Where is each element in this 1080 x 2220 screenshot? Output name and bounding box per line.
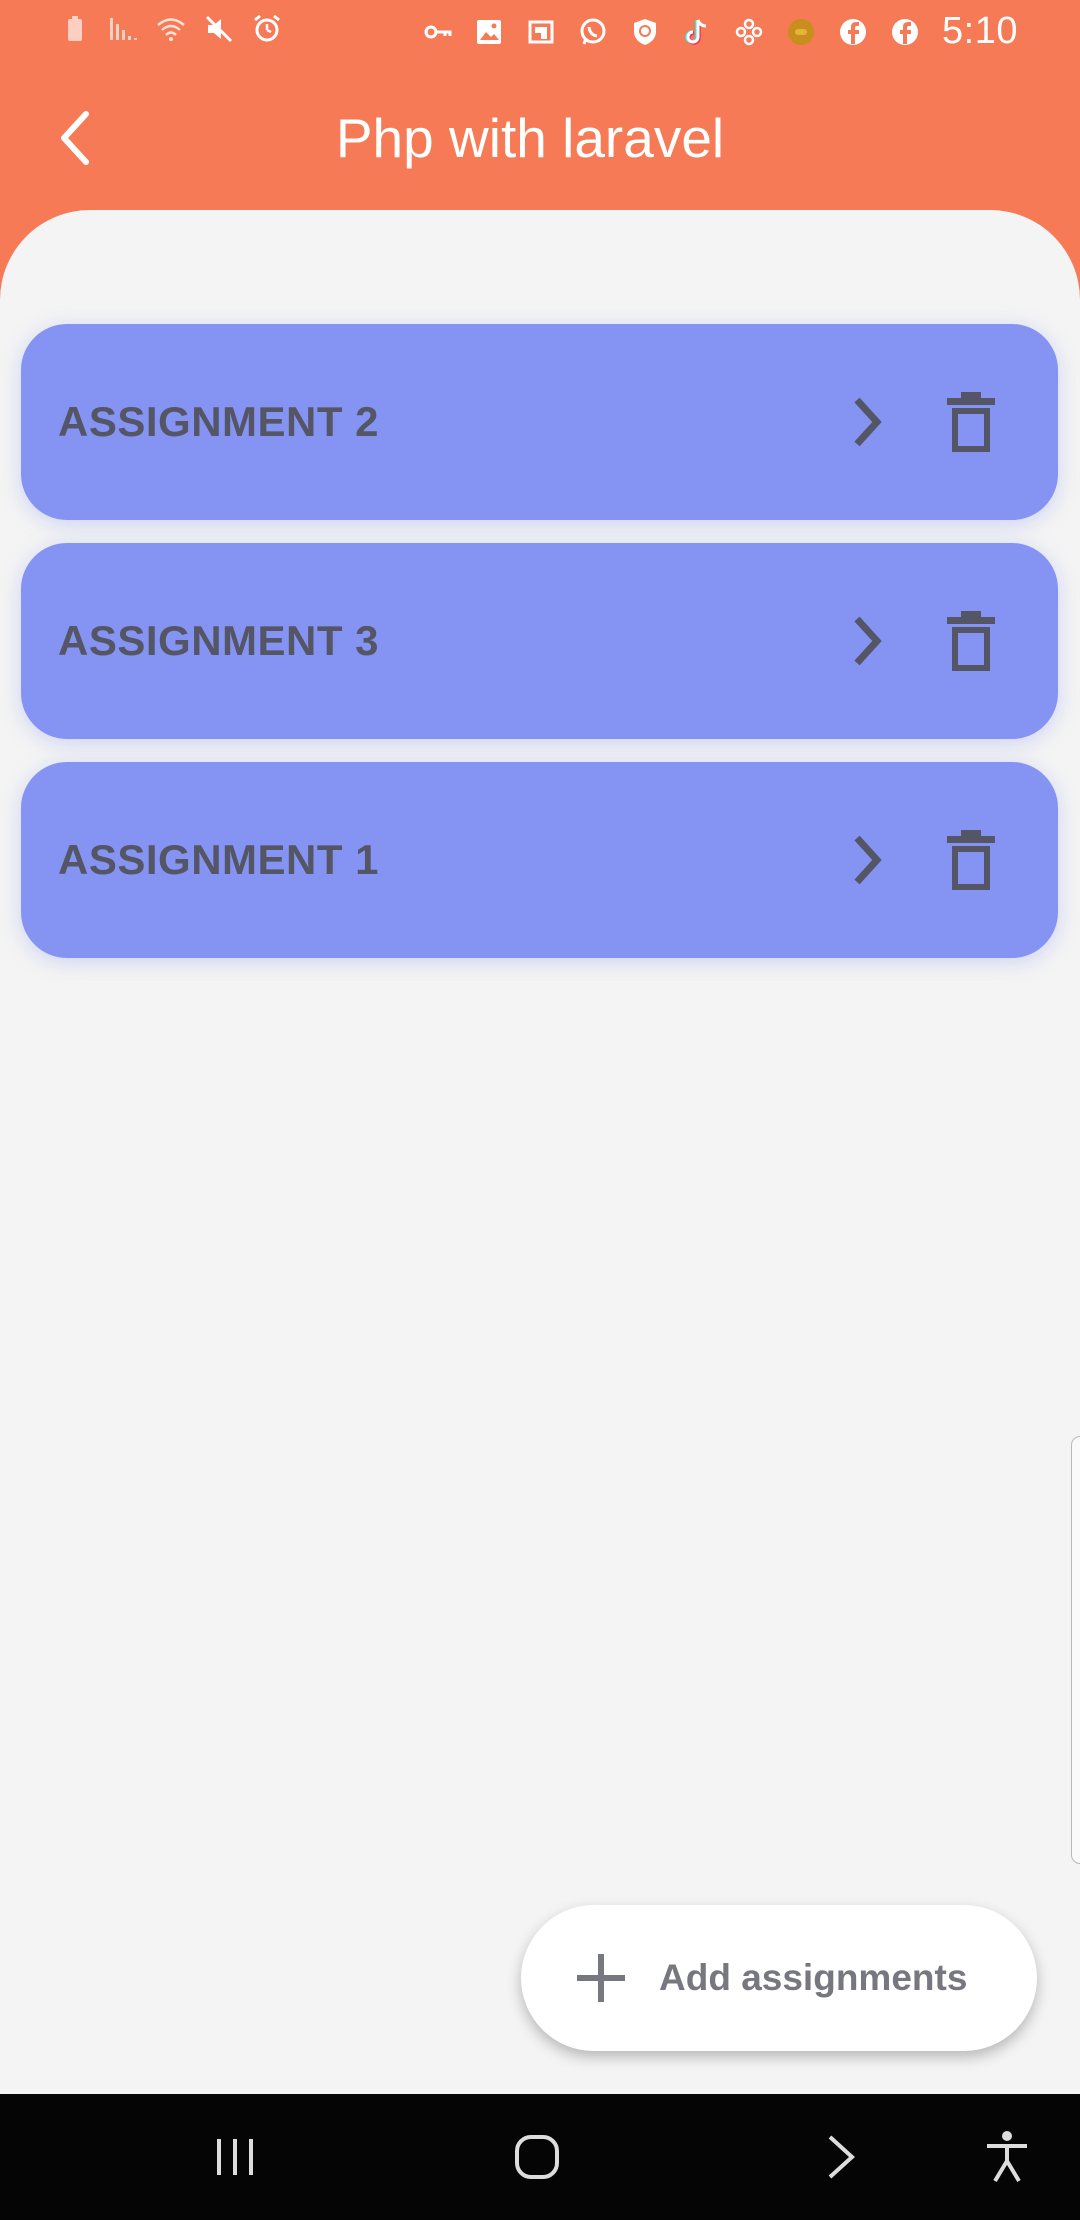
delete-assignment-button[interactable]: [931, 820, 1011, 900]
status-time: 5:10: [942, 10, 1018, 52]
plus-icon: [577, 1954, 625, 2002]
recent-apps-icon: [217, 2139, 253, 2175]
trash-icon: [947, 392, 995, 452]
status-right-icons: 5:10: [422, 10, 1018, 53]
edge-panel-handle[interactable]: [1071, 1436, 1080, 1864]
status-bar: 5:10: [0, 0, 1080, 62]
open-assignment-button[interactable]: [827, 601, 907, 681]
home-button[interactable]: [502, 2122, 572, 2192]
accessibility-icon: [987, 2131, 1027, 2183]
delete-assignment-button[interactable]: [931, 382, 1011, 462]
open-assignment-button[interactable]: [827, 820, 907, 900]
facebook-icon: [890, 17, 920, 47]
flipboard-icon: [526, 17, 556, 47]
accessibility-button[interactable]: [972, 2122, 1042, 2192]
chevron-right-icon: [854, 616, 882, 666]
back-icon: [828, 2135, 855, 2179]
alarm-icon: [252, 14, 282, 44]
assignment-title: ASSIGNMENT 1: [58, 836, 380, 883]
trash-icon: [947, 830, 995, 890]
system-nav-bar: [0, 2094, 1080, 2220]
mute-icon: [204, 14, 234, 44]
home-icon: [515, 2135, 559, 2179]
gallery-icon: [474, 17, 504, 47]
whatsapp-icon: [578, 17, 608, 47]
chevron-right-icon: [854, 835, 882, 885]
assignment-card[interactable]: ASSIGNMENT 1: [21, 762, 1058, 958]
add-assignments-label: Add assignments: [659, 1957, 968, 1998]
page-title: Php with laravel: [335, 107, 725, 169]
delete-assignment-button[interactable]: [931, 601, 1011, 681]
vpn-key-icon: [422, 17, 452, 47]
facebook-icon: [838, 17, 868, 47]
chevron-right-icon: [854, 397, 882, 447]
assignment-card[interactable]: ASSIGNMENT 2: [21, 324, 1058, 520]
back-nav-button[interactable]: [806, 2122, 876, 2192]
assignment-title: ASSIGNMENT 3: [58, 617, 380, 664]
coin-icon: [786, 17, 816, 47]
tiktok-icon: [682, 17, 712, 47]
app-icon: [734, 17, 764, 47]
assignment-list-panel: ASSIGNMENT 2 ASSIGNMENT 3 ASSIGNMENT 1: [0, 210, 1080, 2094]
recent-apps-button[interactable]: [200, 2122, 270, 2192]
open-assignment-button[interactable]: [827, 382, 907, 462]
status-left-icons: [60, 14, 282, 44]
trash-icon: [947, 611, 995, 671]
wifi-icon: [156, 14, 186, 44]
shield-icon: [630, 17, 660, 47]
add-assignments-button[interactable]: Add assignments: [521, 1905, 1037, 2051]
battery-icon: [60, 14, 90, 44]
assignment-title: ASSIGNMENT 2: [58, 398, 380, 445]
signal-icon: [108, 14, 138, 44]
assignment-card[interactable]: ASSIGNMENT 3: [21, 543, 1058, 739]
